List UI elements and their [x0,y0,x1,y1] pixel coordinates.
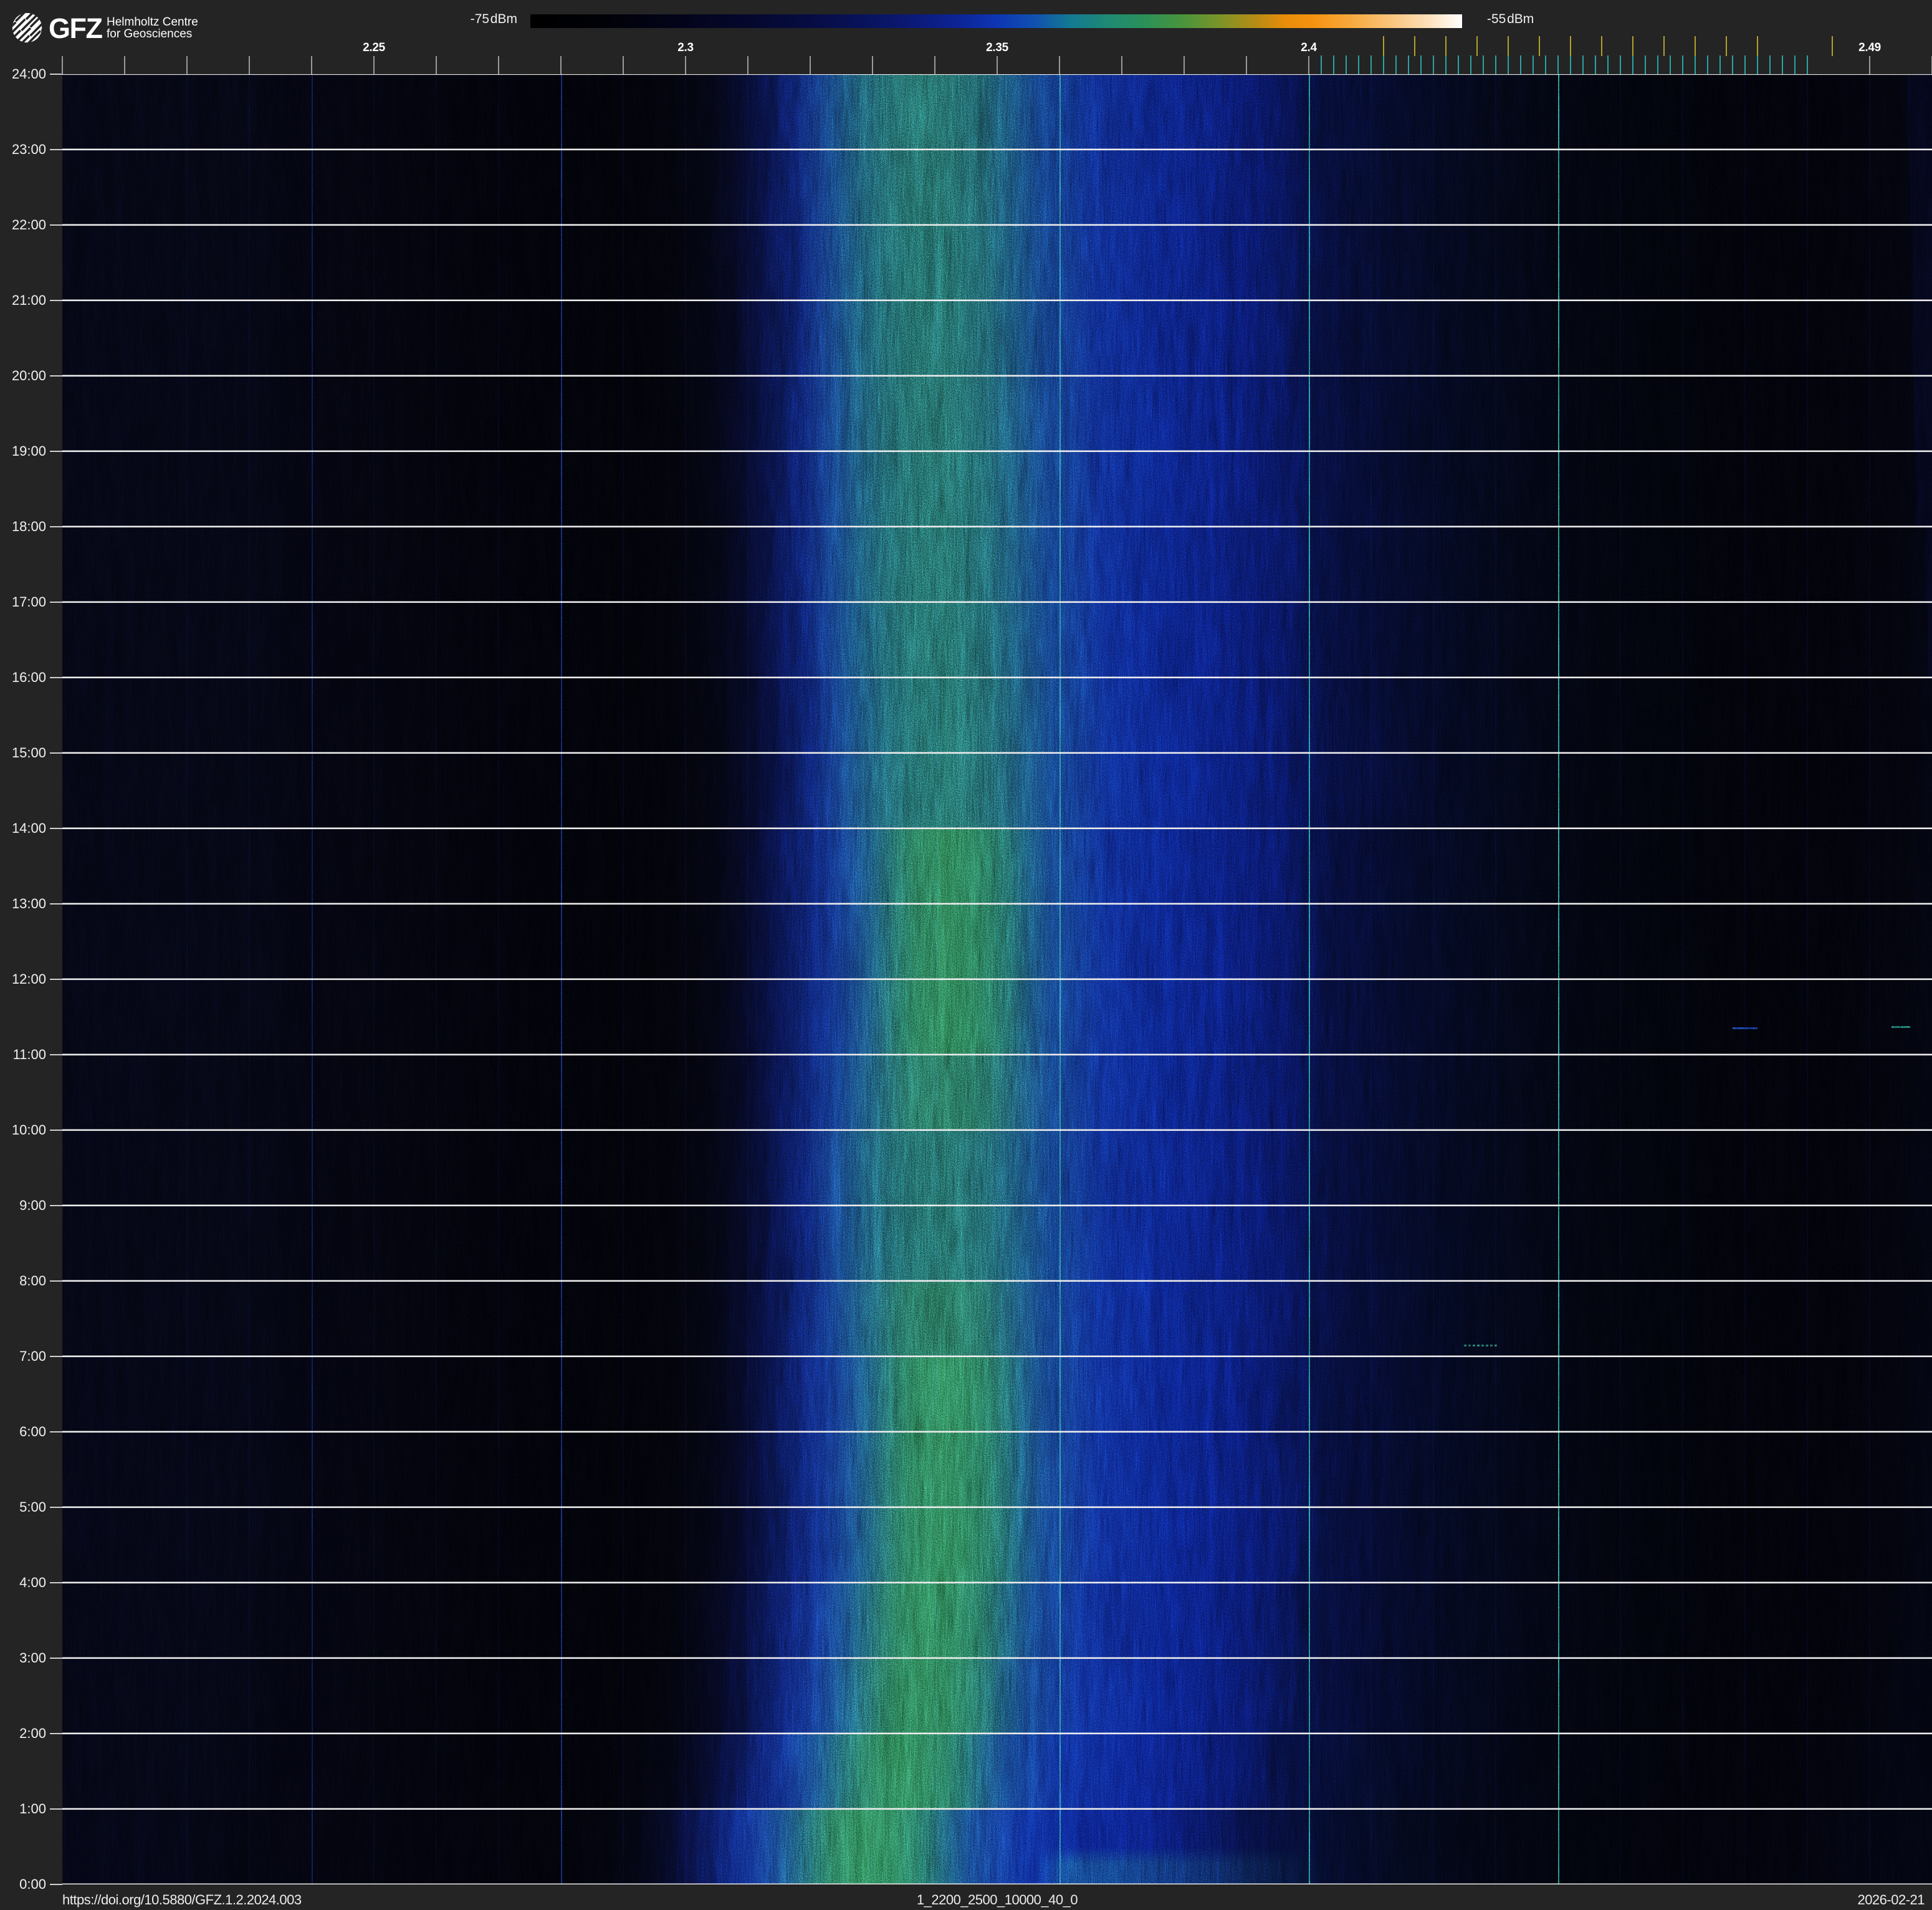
svg-text:GFZ: GFZ [49,12,102,44]
svg-text:for Geosciences: for Geosciences [107,27,192,41]
svg-text:Helmholtz Centre: Helmholtz Centre [107,16,198,29]
